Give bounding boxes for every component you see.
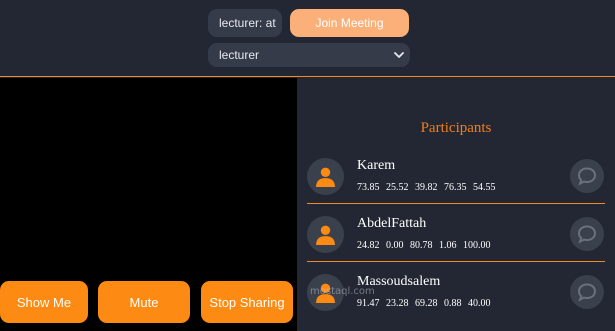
chat-bubble-icon: [577, 283, 597, 302]
chat-button[interactable]: [570, 217, 604, 251]
avatar: [307, 158, 344, 195]
mute-button[interactable]: Mute: [98, 281, 190, 323]
join-meeting-button[interactable]: Join Meeting: [290, 9, 409, 37]
role-select-value: lecturer: [219, 48, 260, 62]
participant-stats: 91.47 23.28 69.28 0.88 40.00: [357, 298, 491, 309]
participants-title: Participants: [420, 120, 492, 136]
user-icon: [316, 167, 335, 187]
participant-stats: 24.82 0.00 80.78 1.06 100.00: [357, 240, 491, 251]
chevron-down-icon: [394, 52, 404, 58]
chat-bubble-icon: [577, 225, 597, 244]
name-input[interactable]: [208, 9, 282, 37]
chat-button[interactable]: [570, 275, 604, 309]
stop-sharing-button[interactable]: Stop Sharing: [201, 281, 293, 323]
divider: [307, 261, 605, 262]
chat-bubble-icon: [577, 167, 597, 186]
watermark: mostaql.com: [310, 286, 375, 297]
top-bar: Join Meeting lecturer: [0, 0, 615, 77]
show-me-button[interactable]: Show Me: [0, 281, 88, 323]
participant-name: Karem: [357, 158, 396, 173]
chat-button[interactable]: [570, 159, 604, 193]
user-icon: [316, 225, 335, 245]
participant-name: AbdelFattah: [357, 216, 427, 231]
role-select[interactable]: lecturer: [208, 43, 410, 67]
participant-row[interactable]: Massoudsalem 91.47 23.28 69.28 0.88 40.0…: [307, 270, 605, 327]
avatar: [307, 216, 344, 253]
divider: [307, 203, 605, 204]
participant-stats: 73.85 25.52 39.82 76.35 54.55: [357, 182, 496, 193]
